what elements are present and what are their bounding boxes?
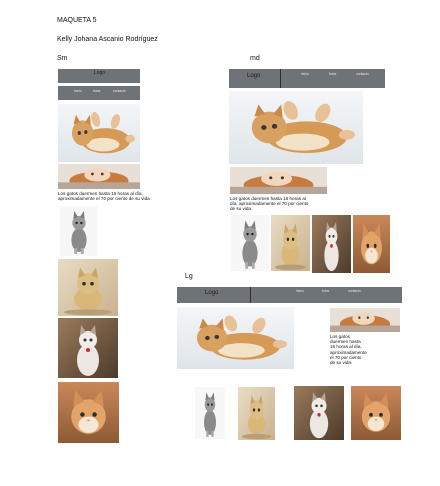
sm-kitten-blanket-image — [58, 164, 140, 189]
md-nav-item-contacto[interactable]: contacto — [356, 72, 369, 76]
lg-kitten-orange-image — [351, 386, 401, 440]
lg-nav-item-inicio[interactable]: inicio — [296, 289, 304, 293]
lg-header-divider — [250, 287, 251, 303]
sm-nav-item-inicio[interactable]: inicio — [74, 89, 82, 93]
lg-caption: Los gatos duermen hasta 16 horas al día,… — [330, 334, 367, 366]
document-title: MAQUETA 5 — [57, 17, 97, 24]
lg-nav-item-fotos[interactable]: fotos — [322, 289, 329, 293]
lg-header-bar: Logo inicio fotos contacto — [177, 287, 402, 303]
md-kitten-collar-image — [312, 215, 351, 273]
sm-kitten-grey-image — [60, 206, 98, 256]
sm-nav-bar: inicio fotos contacto — [58, 86, 140, 100]
md-kitten-cream-image — [271, 215, 310, 271]
sm-kitten-orange-image — [58, 382, 119, 443]
sm-nav-item-contacto[interactable]: contacto — [113, 89, 126, 93]
md-caption: Los gatos duermen hasta 16 horas al día,… — [230, 196, 309, 212]
lg-kitten-lying-image — [177, 307, 294, 369]
lg-logo: Logo — [205, 290, 219, 296]
sm-kitten-lying-image — [58, 104, 140, 162]
sm-logo: Logo — [94, 70, 106, 76]
lg-nav-item-contacto[interactable]: contacto — [348, 289, 361, 293]
md-kitten-blanket-image — [230, 167, 327, 194]
author-name: Kelly Johana Ascanio Rodríguez — [57, 36, 158, 43]
md-header-bar: Logo inicio fotos contacto — [229, 69, 385, 88]
sm-caption: Los gatos duermen hasta 16 horas al día,… — [58, 191, 151, 202]
md-header-divider — [280, 69, 281, 88]
md-nav-item-fotos[interactable]: fotos — [329, 72, 336, 76]
lg-kitten-collar-image — [294, 386, 344, 440]
sm-kitten-cream-image — [58, 259, 118, 316]
sm-nav-item-fotos[interactable]: fotos — [93, 89, 100, 93]
label-md: md — [250, 55, 260, 62]
label-lg: Lg — [185, 273, 193, 280]
md-kitten-orange-image — [353, 215, 390, 273]
md-kitten-lying-image — [229, 91, 363, 164]
label-sm: Sm — [57, 55, 68, 62]
lg-kitten-grey-image — [195, 387, 225, 439]
md-nav-item-inicio[interactable]: inicio — [301, 72, 309, 76]
md-kitten-grey-image — [231, 215, 269, 271]
md-logo: Logo — [247, 73, 261, 79]
sm-logo-bar: Logo — [58, 69, 140, 83]
sm-kitten-collar-image — [58, 318, 118, 378]
lg-kitten-blanket-image — [330, 308, 400, 332]
lg-kitten-cream-image — [238, 387, 275, 440]
